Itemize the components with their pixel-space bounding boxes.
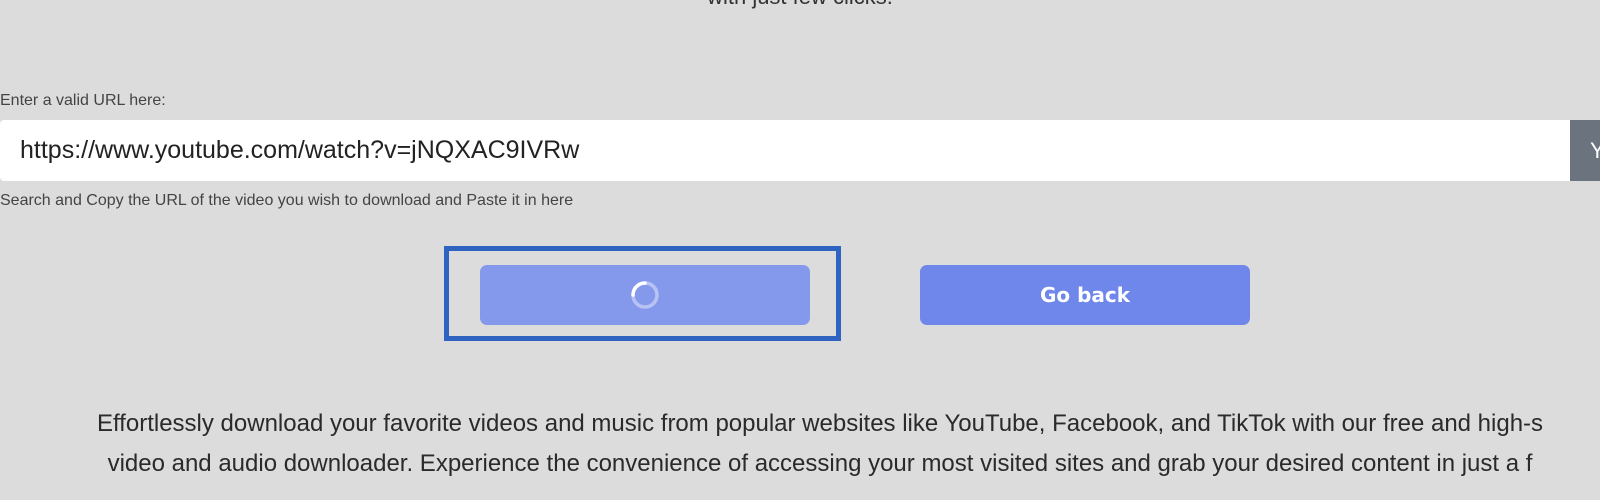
page-subtitle: with just few clicks. [0, 0, 1600, 10]
url-input[interactable] [0, 120, 1570, 181]
url-help-text: Search and Copy the URL of the video you… [0, 192, 574, 209]
description-line-1: Effortlessly download your favorite vide… [96, 410, 1544, 437]
page: with just few clicks. Enter a valid URL … [0, 0, 1600, 500]
url-input-container [0, 120, 1570, 181]
url-field-label: Enter a valid URL here: [0, 92, 166, 109]
url-input-addon[interactable]: Y [1570, 120, 1600, 181]
loading-spinner-icon [631, 281, 659, 309]
description-line-2: video and audio downloader. Experience t… [107, 450, 1533, 477]
go-back-button[interactable]: Go back [920, 265, 1250, 325]
download-submit-button[interactable] [480, 265, 810, 325]
